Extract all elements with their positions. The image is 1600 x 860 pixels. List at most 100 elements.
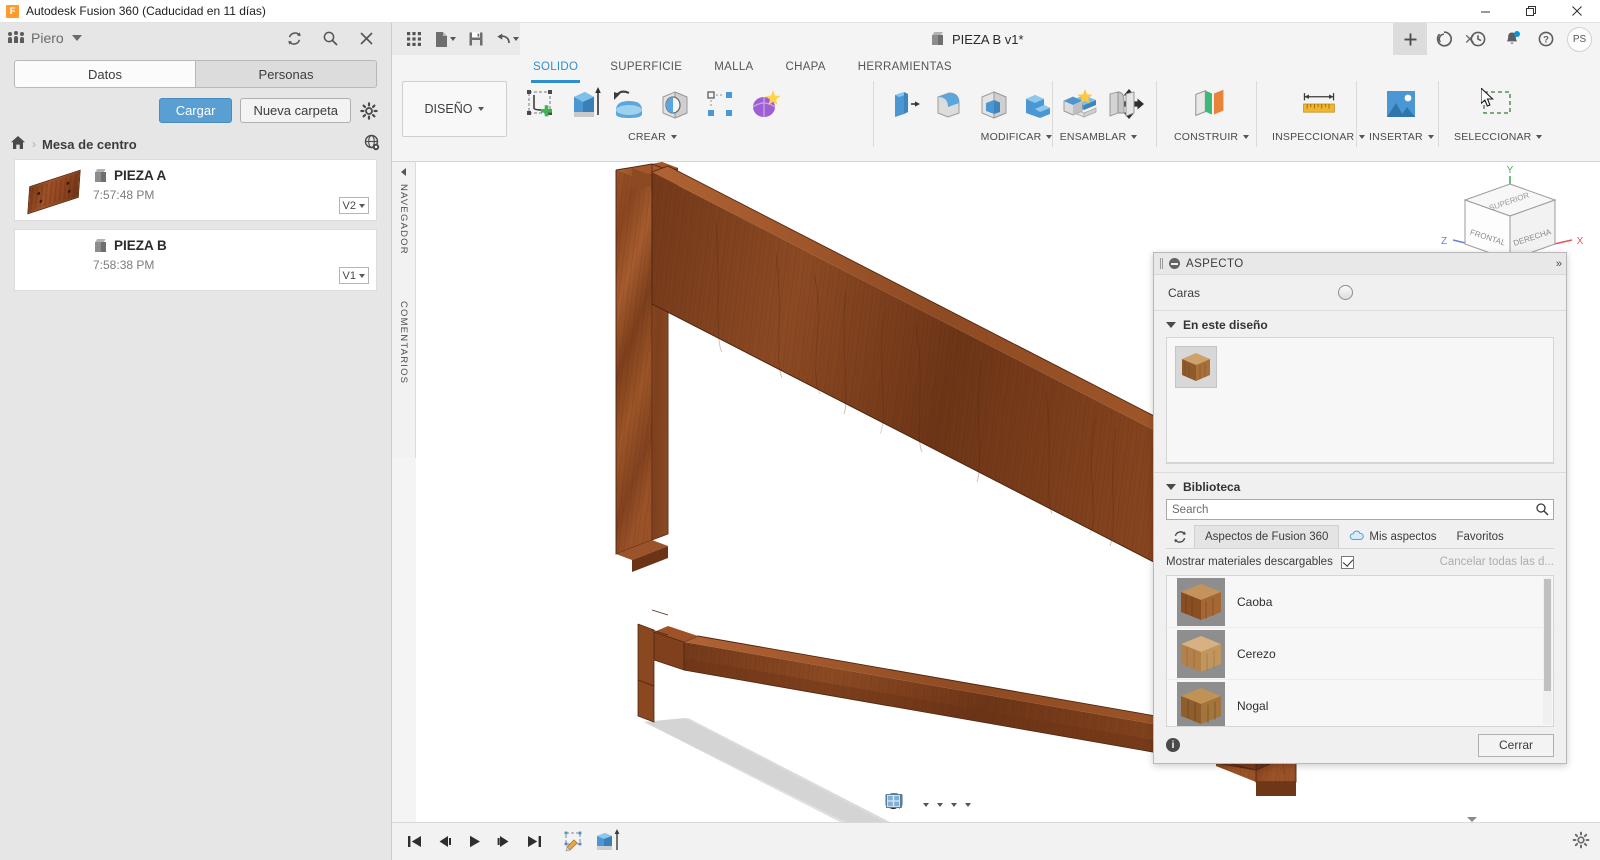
fillet-icon[interactable] xyxy=(929,83,969,125)
tab-malla[interactable]: MALLA xyxy=(698,56,769,78)
faces-selection-button[interactable] xyxy=(1338,285,1353,300)
version-dropdown[interactable]: V2 xyxy=(338,197,369,214)
refresh-icon[interactable] xyxy=(283,27,305,49)
list-item[interactable]: PIEZA B 7:58:38 PM V1 xyxy=(14,229,377,291)
ribbon-group-label[interactable]: CONSTRUIR xyxy=(1174,131,1250,143)
dialog-title-bar[interactable]: ASPECTO » xyxy=(1154,253,1566,275)
search-icon[interactable] xyxy=(319,27,341,49)
timeline-feature-sketch[interactable] xyxy=(562,829,590,855)
library-tab-my-appearances[interactable]: Mis aspectos xyxy=(1339,525,1446,548)
add-tab-icon[interactable] xyxy=(1393,23,1427,55)
close-dialog-button[interactable]: Cerrar xyxy=(1477,733,1554,757)
new-component-icon[interactable] xyxy=(1056,83,1096,125)
hub-dropdown-icon[interactable] xyxy=(71,35,82,41)
shell-icon[interactable] xyxy=(974,83,1014,125)
form-icon[interactable] xyxy=(745,83,785,125)
tab-chapa[interactable]: CHAPA xyxy=(770,56,842,78)
select-window-icon[interactable] xyxy=(1478,83,1518,125)
new-folder-button[interactable]: Nueva carpeta xyxy=(240,98,351,123)
new-document-icon[interactable] xyxy=(431,26,459,52)
step-back-icon[interactable] xyxy=(432,830,456,854)
material-list[interactable]: Caoba Cerezo Nogal xyxy=(1166,575,1554,727)
minimize-button[interactable] xyxy=(1462,0,1508,23)
grid-apps-icon[interactable] xyxy=(400,26,428,52)
pan-icon[interactable] xyxy=(886,793,911,817)
info-icon[interactable]: i xyxy=(1166,738,1180,752)
home-icon[interactable] xyxy=(10,135,26,153)
ribbon-group-label[interactable]: INSPECCIONAR xyxy=(1272,131,1366,143)
save-icon[interactable] xyxy=(462,26,490,52)
show-downloadable-checkbox[interactable] xyxy=(1340,555,1354,569)
tab-superficie[interactable]: SUPERFICIE xyxy=(594,56,698,78)
ribbon-group-label[interactable]: CREAR xyxy=(628,131,677,143)
list-item[interactable]: Caoba xyxy=(1167,576,1553,628)
rectangular-pattern-icon[interactable] xyxy=(700,83,740,125)
grid-snap-icon[interactable] xyxy=(886,793,960,817)
tab-solido[interactable]: SOLIDO xyxy=(517,56,594,83)
close-window-button[interactable] xyxy=(1554,0,1600,23)
list-item[interactable]: Nogal xyxy=(1167,680,1553,726)
recent-activity-icon[interactable] xyxy=(1461,23,1495,55)
maximize-button[interactable] xyxy=(1508,0,1554,23)
library-tab-fusion[interactable]: Aspectos de Fusion 360 xyxy=(1194,525,1340,548)
avatar[interactable]: PS xyxy=(1567,26,1592,52)
go-to-beginning-icon[interactable] xyxy=(402,830,426,854)
play-icon[interactable] xyxy=(462,830,486,854)
dialog-drag-grip[interactable] xyxy=(1160,258,1163,269)
dialog-expand-icon[interactable]: » xyxy=(1556,258,1562,270)
ribbon-group-label[interactable]: ENSAMBLAR xyxy=(1060,131,1138,143)
upload-button[interactable]: Cargar xyxy=(158,98,233,123)
close-panel-icon[interactable] xyxy=(355,27,377,49)
search-input[interactable] xyxy=(1166,499,1554,520)
timeline-feature-extrude[interactable] xyxy=(592,828,622,856)
undo-icon[interactable] xyxy=(493,26,521,52)
gear-icon[interactable] xyxy=(359,101,379,121)
search-icon[interactable] xyxy=(1535,502,1549,519)
zoom-window-icon[interactable] xyxy=(885,793,932,817)
material-list-scrollbar[interactable] xyxy=(1543,577,1552,725)
notifications-bell-icon[interactable] xyxy=(1495,23,1529,55)
refresh-icon[interactable] xyxy=(1166,525,1194,548)
display-settings-icon[interactable] xyxy=(885,793,946,817)
create-sketch-icon[interactable] xyxy=(520,83,560,125)
construction-plane-icon[interactable] xyxy=(1192,83,1232,125)
tab-herramientas[interactable]: HERRAMIENTAS xyxy=(842,56,968,78)
workspace-selector[interactable]: DISEÑO xyxy=(402,81,507,137)
expand-browser-icon[interactable] xyxy=(401,168,406,176)
rail-comments-tab[interactable]: COMENTARIOS xyxy=(398,301,409,384)
measure-icon[interactable] xyxy=(1299,83,1339,125)
viewports-icon[interactable] xyxy=(886,793,974,817)
ribbon-group-label[interactable]: MODIFICAR xyxy=(981,131,1053,143)
list-item[interactable]: PIEZA A 7:57:48 PM V2 xyxy=(14,159,377,221)
jobs-status-icon[interactable] xyxy=(1427,23,1461,55)
revolve-icon[interactable] xyxy=(610,83,650,125)
ribbon-group-label[interactable]: INSERTAR xyxy=(1369,131,1434,143)
material-swatch[interactable] xyxy=(1175,346,1217,388)
zoom-icon[interactable] xyxy=(886,793,918,817)
ribbon-group-label[interactable]: SELECCIONAR xyxy=(1454,131,1543,143)
combine-icon[interactable] xyxy=(1019,83,1059,125)
extrude-icon[interactable] xyxy=(565,83,605,125)
breadcrumb-current-folder[interactable]: Mesa de centro xyxy=(42,137,137,152)
version-dropdown[interactable]: V1 xyxy=(338,267,369,284)
document-tab[interactable]: PIEZA B v1* xyxy=(920,23,1034,55)
in-design-swatch-list[interactable] xyxy=(1166,337,1554,464)
joint-icon[interactable] xyxy=(1101,83,1141,125)
tab-datos[interactable]: Datos xyxy=(15,61,195,87)
help-icon[interactable]: ? xyxy=(1529,23,1563,55)
hole-icon[interactable] xyxy=(655,83,695,125)
cancel-downloads-link[interactable]: Cancelar todas las d... xyxy=(1440,556,1554,568)
step-forward-icon[interactable] xyxy=(492,830,516,854)
section-biblioteca[interactable]: Biblioteca xyxy=(1154,473,1566,499)
insert-image-icon[interactable] xyxy=(1381,83,1421,125)
timeline-settings-gear-icon[interactable] xyxy=(1572,831,1590,852)
rail-browser-tab[interactable]: NAVEGADOR xyxy=(398,184,409,255)
library-tab-favorites[interactable]: Favoritos xyxy=(1447,525,1514,548)
tab-personas[interactable]: Personas xyxy=(195,61,376,87)
section-in-this-design[interactable]: En este diseño xyxy=(1154,311,1566,337)
go-to-end-icon[interactable] xyxy=(522,830,546,854)
list-item[interactable]: Cerezo xyxy=(1167,628,1553,680)
globe-icon[interactable] xyxy=(363,134,381,154)
press-pull-icon[interactable] xyxy=(884,83,924,125)
minus-circle-icon[interactable] xyxy=(1169,258,1180,269)
